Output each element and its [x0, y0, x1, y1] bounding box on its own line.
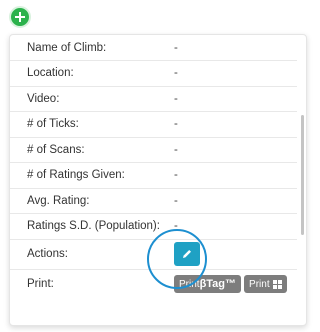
print-label: Print: — [10, 268, 171, 299]
grid-icon — [272, 279, 282, 289]
climb-details-table: Name of Climb: - Location: - Video: - # … — [10, 35, 297, 299]
edit-button[interactable] — [174, 242, 200, 266]
scrollbar[interactable] — [301, 115, 304, 235]
print-tag-button[interactable]: Print βTag™ — [174, 275, 242, 294]
print-cell: Print βTag™ Print — [171, 268, 297, 299]
row-label: Ratings S.D. (Population): — [10, 213, 171, 239]
row-ticks: # of Ticks: - — [10, 111, 297, 137]
row-actions: Actions: — [10, 238, 297, 269]
row-value: - — [174, 41, 178, 54]
row-label: # of Scans: — [10, 136, 171, 163]
row-avg-rating: Avg. Rating: - — [10, 187, 297, 214]
plus-icon — [15, 12, 25, 22]
row-video: Video: - — [10, 85, 297, 112]
row-label: # of Ticks: — [10, 111, 171, 137]
row-label: Name of Climb: — [27, 41, 107, 54]
actions-label: Actions: — [10, 238, 171, 269]
row-label: Video: — [10, 85, 171, 112]
row-print: Print: Print βTag™ Print — [10, 268, 297, 299]
row-value: - — [171, 187, 297, 214]
row-value: - — [171, 136, 297, 163]
add-button[interactable] — [9, 6, 31, 28]
print-grid-button[interactable]: Print — [244, 275, 287, 294]
row-location: Location: - — [10, 60, 297, 86]
row-value: - — [171, 162, 297, 188]
row-value: - — [171, 85, 297, 112]
row-value: - — [171, 213, 297, 239]
row-name-of-climb: Name of Climb: - — [10, 35, 297, 61]
actions-cell — [171, 238, 297, 269]
row-value: - — [171, 60, 297, 86]
print-tag-prefix: Print — [179, 278, 200, 290]
row-label: # of Ratings Given: — [10, 162, 171, 188]
row-scans: # of Scans: - — [10, 136, 297, 163]
row-ratings-given: # of Ratings Given: - — [10, 162, 297, 188]
print-grid-label: Print — [249, 278, 270, 290]
row-value: - — [171, 111, 297, 137]
row-ratings-sd: Ratings S.D. (Population): - — [10, 213, 297, 239]
pencil-icon — [183, 250, 191, 258]
row-label: Avg. Rating: — [10, 187, 171, 214]
climb-details-panel: Name of Climb: - Location: - Video: - # … — [9, 34, 307, 326]
row-label: Location: — [10, 60, 171, 86]
print-tag-brand: βTag™ — [199, 278, 237, 291]
